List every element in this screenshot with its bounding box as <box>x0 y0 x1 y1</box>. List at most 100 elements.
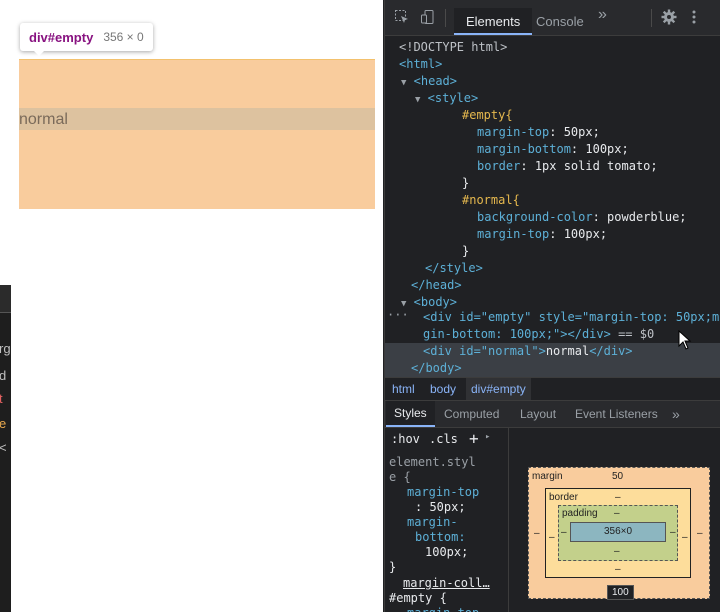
tooltip-arrow <box>33 50 45 56</box>
css-prop-row: background-color: powderblue; <box>477 210 687 224</box>
tab-console[interactable]: Console <box>536 8 584 35</box>
styles-pane: element.styl e { margin-top : 50px; marg… <box>385 452 508 612</box>
css-prop-row: border: 1px solid tomato; <box>477 159 658 173</box>
box-model-border-right[interactable]: – <box>682 532 688 544</box>
normal-div-highlight <box>19 108 375 130</box>
dom-normal-div[interactable]: <div id="normal">normal</div> <box>423 343 633 360</box>
box-model-padding-top[interactable]: – <box>614 508 620 520</box>
page-viewport: normal div#empty 356 × 0 <box>11 0 383 612</box>
breadcrumb-div-empty[interactable]: div#empty <box>466 378 531 400</box>
more-options-icon[interactable] <box>691 9 697 29</box>
inspect-tooltip: div#empty 356 × 0 <box>20 23 153 51</box>
more-panels-icon[interactable]: » <box>672 401 680 427</box>
box-model-padding[interactable]: padding – – – – 356×0 <box>558 505 678 561</box>
css-prop-row: margin-top: 50px; <box>477 125 600 139</box>
box-model-margin[interactable]: margin 50 – – border – – – – padding – –… <box>528 467 710 600</box>
pane-divider[interactable] <box>508 427 509 612</box>
css-prop-row: margin-bottom: 100px; <box>477 142 629 156</box>
expand-triangle-icon[interactable]: ▼ <box>401 78 406 88</box>
expand-triangle-icon[interactable]: ▼ <box>415 95 420 105</box>
dom-html[interactable]: <html> <box>399 56 442 73</box>
box-model-margin-label: margin <box>532 471 563 482</box>
element-style-label: element.styl <box>389 455 476 469</box>
left-edge-char: d <box>0 368 7 383</box>
tooltip-element-name: div#empty <box>29 29 94 45</box>
box-model-content[interactable]: 356×0 <box>570 522 666 542</box>
devtools-toolbar: Elements Console » <box>385 0 720 36</box>
dom-body: <body> <box>413 295 458 309</box>
inspect-element-icon[interactable] <box>394 9 410 29</box>
dom-head-row[interactable]: ▼ <head> <box>401 73 457 92</box>
dom-head-close[interactable]: </head> <box>411 277 462 294</box>
styles-tab-bar: Styles Computed Layout Event Listeners » <box>385 400 720 428</box>
style-prop-name[interactable]: margin-top <box>407 485 479 500</box>
breadcrumb-html[interactable]: html <box>392 378 415 400</box>
left-edge-char: t <box>0 391 3 406</box>
left-edge-char: < <box>0 440 7 455</box>
box-model-padding-bottom[interactable]: – <box>614 546 620 558</box>
tooltip-dimensions: 356 × 0 <box>103 30 144 44</box>
css-empty-selector: #empty{ <box>462 108 513 122</box>
style-close-brace: } <box>389 560 397 574</box>
tab-event-listeners[interactable]: Event Listeners <box>575 401 658 427</box>
left-edge-panel: rg d t e < <box>0 0 11 612</box>
tab-elements[interactable]: Elements <box>454 8 533 35</box>
dom-tree: <!DOCTYPE html> <html> ▼ <head> ▼ <style… <box>385 36 720 377</box>
tab-styles[interactable]: Styles <box>386 401 435 427</box>
left-edge-blank <box>0 0 11 285</box>
tab-computed[interactable]: Computed <box>444 401 499 427</box>
more-tabs-icon[interactable]: » <box>598 7 607 23</box>
class-toggle[interactable]: .cls <box>429 432 458 446</box>
dom-head: <head> <box>413 74 458 88</box>
devtools-panel: Elements Console » <!DOCTYPE html> <html… <box>384 0 720 612</box>
box-model-border-bottom[interactable]: – <box>615 564 621 576</box>
dom-style: <style> <box>427 91 479 105</box>
dom-body-close[interactable]: </body> <box>411 360 462 377</box>
breadcrumb: html body div#empty <box>385 377 720 400</box>
normal-div-text[interactable]: normal <box>19 111 68 129</box>
box-model-margin-bottom[interactable]: 100 <box>607 585 634 600</box>
dom-style-close[interactable]: </style> <box>425 260 483 277</box>
tab-layout[interactable]: Layout <box>520 401 556 427</box>
left-edge-char: e <box>0 416 7 431</box>
dom-selected-node-line1[interactable]: <div id="empty" style="margin-top: 50px;… <box>423 309 720 326</box>
box-model-margin-right[interactable]: – <box>697 528 703 540</box>
style-prop-name[interactable]: margin-top <box>407 606 479 612</box>
box-model-border[interactable]: border – – – – padding – – – – 356×0 <box>545 488 691 578</box>
box-model-border-top[interactable]: – <box>615 492 621 504</box>
rule-selector: #empty { <box>389 591 447 605</box>
styles-filter-bar: :hov .cls + ▸ <box>385 427 508 451</box>
box-model-padding-right[interactable]: – <box>670 527 676 539</box>
box-model-border-left[interactable]: – <box>549 532 555 544</box>
dom-style-row[interactable]: ▼ <style> <box>415 90 478 109</box>
box-model-margin-top[interactable]: 50 <box>612 471 623 483</box>
css-prop-row: margin-top: 100px; <box>477 227 608 241</box>
box-model-padding-left[interactable]: – <box>561 527 567 539</box>
new-rule-plus-icon[interactable]: + <box>469 429 479 448</box>
stylesheet-link[interactable]: margin-coll… <box>403 576 490 591</box>
toolbar-divider <box>445 9 446 27</box>
style-prop-name[interactable]: bottom: <box>415 530 466 545</box>
css-close-brace: } <box>462 244 470 258</box>
dom-doctype[interactable]: <!DOCTYPE html> <box>399 39 507 56</box>
dom-selected-node-line2[interactable]: gin-bottom: 100px;"></div> == $0 <box>423 326 654 343</box>
box-model-padding-label: padding <box>562 508 598 519</box>
style-prop-value[interactable]: 100px; <box>425 545 468 560</box>
css-close-brace: } <box>462 176 470 190</box>
style-prop-value[interactable]: : 50px; <box>415 500 466 515</box>
mouse-cursor-icon <box>678 330 692 350</box>
left-edge-divider <box>0 285 11 313</box>
settings-gear-icon[interactable] <box>661 9 677 29</box>
hover-state-toggle[interactable]: :hov <box>391 432 420 446</box>
css-normal-selector: #normal{ <box>462 193 520 207</box>
device-toolbar-icon[interactable] <box>420 9 436 29</box>
margin-highlight <box>19 59 375 209</box>
node-actions-ellipsis[interactable]: ··· <box>387 307 409 324</box>
element-style-label-cont: e { <box>389 470 411 484</box>
style-prop-name[interactable]: margin- <box>407 515 458 530</box>
left-edge-char: rg <box>0 341 11 356</box>
breadcrumb-body[interactable]: body <box>430 378 456 400</box>
toolbar-divider <box>651 9 652 27</box>
box-model-margin-left[interactable]: – <box>534 528 540 540</box>
rule-menu-icon[interactable]: ▸ <box>485 432 490 442</box>
